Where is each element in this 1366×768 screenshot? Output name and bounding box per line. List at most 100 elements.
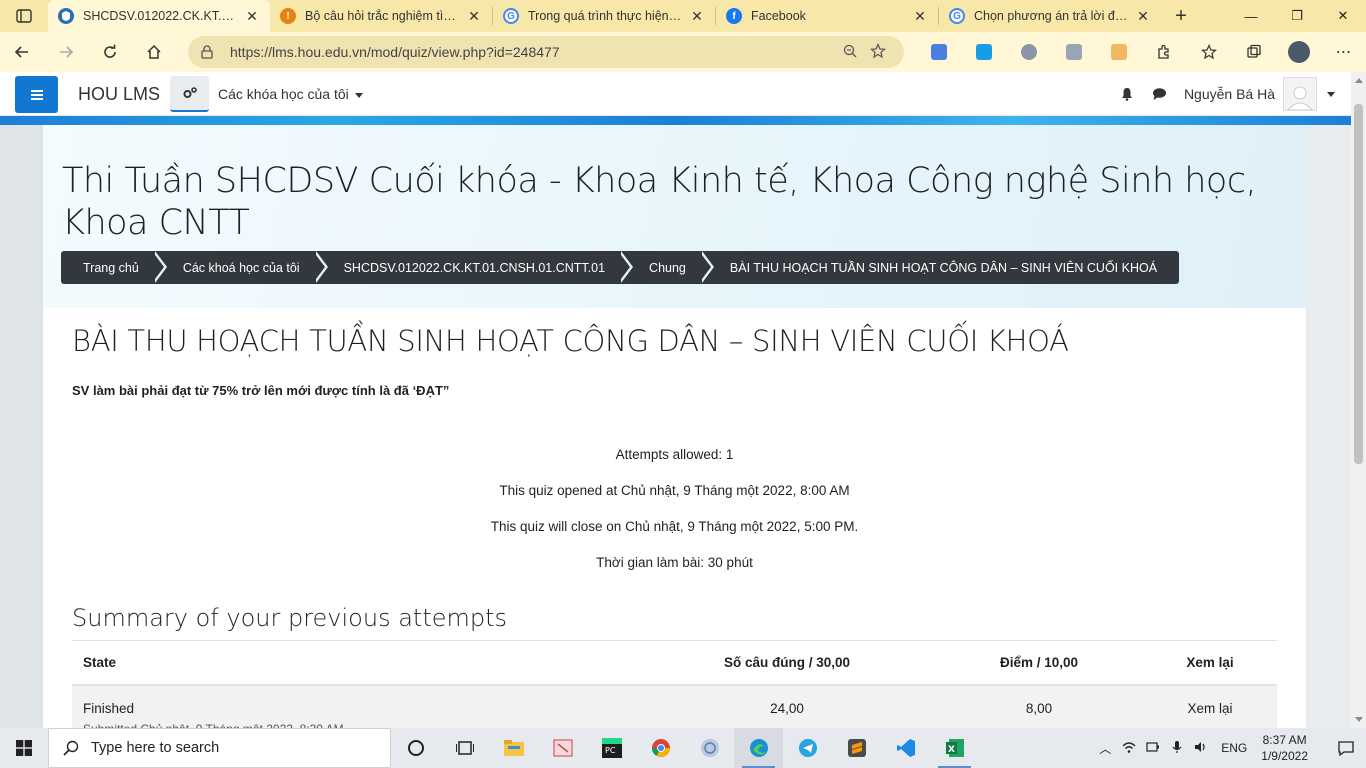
translate-extension-icon[interactable] [916, 32, 961, 72]
svg-text:X: X [948, 745, 955, 755]
tab-title: Trong quá trình thực hiện học [528, 9, 683, 23]
tab-title: Bộ câu hỏi trắc nghiệm tìm hiể [305, 9, 460, 23]
browser-tab-2[interactable]: G Trong quá trình thực hiện học ✕ [493, 0, 715, 32]
excel-icon[interactable]: X [930, 728, 979, 768]
more-menu-icon[interactable]: ⋯ [1321, 32, 1366, 72]
header-banner-strip [0, 116, 1351, 125]
url-text[interactable]: https://lms.hou.edu.vn/mod/quiz/view.php… [230, 44, 836, 60]
column-header-correct: Số câu đúng / 30,00 [723, 655, 851, 670]
cortana-icon[interactable] [391, 728, 440, 768]
messages-chat-icon[interactable] [1152, 87, 1166, 101]
browser-tab-3[interactable]: f Facebook ✕ [716, 0, 938, 32]
scroll-down-icon[interactable] [1355, 717, 1363, 722]
chrome-icon[interactable] [636, 728, 685, 768]
clock-date: 1/9/2022 [1261, 749, 1308, 763]
notifications-bell-icon[interactable] [1120, 87, 1134, 101]
droplet-extension-icon[interactable] [961, 32, 1006, 72]
close-tab-icon[interactable]: ✕ [1135, 8, 1151, 25]
home-button[interactable] [132, 32, 176, 72]
add-favorite-icon[interactable] [864, 42, 892, 62]
system-tray: ︿ ENG 8:37 AM 1/9/2022 [1093, 728, 1366, 768]
show-hidden-icons-chevron-icon[interactable]: ︿ [1093, 740, 1117, 757]
browser-tab-0[interactable]: SHCDSV.012022.CK.KT.01.CNSH ✕ [48, 0, 270, 32]
user-menu-caret-icon[interactable] [1327, 91, 1335, 97]
sublime-text-icon[interactable] [832, 728, 881, 768]
close-tab-icon[interactable]: ✕ [689, 8, 705, 25]
site-brand[interactable]: HOU LMS [78, 84, 160, 105]
minimize-icon[interactable]: — [1228, 0, 1274, 32]
review-attempt-link[interactable]: Xem lại [1175, 701, 1245, 716]
network-tool-icon[interactable] [685, 728, 734, 768]
breadcrumb-my-courses[interactable]: Các khoá học của tôi [161, 251, 322, 284]
start-button[interactable] [0, 728, 48, 768]
input-language[interactable]: ENG [1221, 741, 1247, 755]
my-courses-dropdown[interactable]: Các khóa học của tôi [218, 86, 363, 102]
google-favicon-icon: G [949, 8, 965, 24]
user-avatar[interactable] [1283, 77, 1317, 111]
url-bar[interactable]: https://lms.hou.edu.vn/mod/quiz/view.php… [188, 36, 904, 68]
brush-extension-icon[interactable] [1006, 32, 1051, 72]
wifi-icon[interactable] [1117, 741, 1141, 756]
edge-icon[interactable] [734, 728, 783, 768]
attempts-table: State Số câu đúng / 30,00 Điểm / 10,00 X… [72, 640, 1277, 736]
quiz-open-date: This quiz opened at Chủ nhật, 9 Tháng mộ… [499, 483, 850, 498]
scrollbar-thumb[interactable] [1354, 104, 1363, 464]
breadcrumb: Trang chủ Các khoá học của tôi SHCDSV.01… [61, 251, 1180, 284]
svg-text:PC: PC [605, 746, 616, 755]
close-tab-icon[interactable]: ✕ [912, 8, 928, 25]
task-view-icon[interactable] [440, 728, 489, 768]
profile-avatar[interactable] [1276, 32, 1321, 72]
attempt-grade: 8,00 [1025, 701, 1053, 716]
back-button[interactable] [0, 32, 44, 72]
collections-icon[interactable] [1231, 32, 1276, 72]
file-explorer-icon[interactable] [489, 728, 538, 768]
time-limit: Thời gian làm bài: 30 phút [596, 555, 753, 570]
caret-down-icon [354, 92, 363, 98]
notification-center-icon[interactable] [1326, 740, 1366, 756]
google-favicon-icon: G [503, 8, 519, 24]
taskbar-apps: PC X [391, 728, 979, 768]
breadcrumb-course[interactable]: SHCDSV.012022.CK.KT.01.CNSH.01.CNTT.01 [322, 251, 627, 284]
browser-tab-strip: SHCDSV.012022.CK.KT.01.CNSH ✕ ! Bộ câu h… [0, 0, 1366, 32]
favorites-icon[interactable] [1186, 32, 1231, 72]
taskbar-search-box[interactable]: Type here to search [48, 728, 391, 768]
browser-tab-4[interactable]: G Chọn phương án trả lời đúng ✕ [939, 0, 1161, 32]
system-clock[interactable]: 8:37 AM 1/9/2022 [1261, 732, 1308, 764]
breadcrumb-home[interactable]: Trang chủ [61, 251, 161, 284]
new-tab-button[interactable]: + [1161, 0, 1201, 32]
breadcrumb-section[interactable]: Chung [627, 251, 708, 284]
close-window-icon[interactable]: ✕ [1320, 0, 1366, 32]
tab-actions-icon[interactable] [0, 0, 48, 32]
scroll-up-icon[interactable] [1355, 78, 1363, 83]
hamburger-icon [30, 89, 43, 100]
microphone-icon[interactable] [1165, 740, 1189, 757]
close-tab-icon[interactable]: ✕ [244, 8, 260, 25]
restore-icon[interactable]: ❐ [1274, 0, 1320, 32]
battery-icon[interactable] [1141, 741, 1165, 756]
breadcrumb-quiz[interactable]: BÀI THU HOẠCH TUẦN SINH HOẠT CÔNG DÂN – … [708, 251, 1179, 284]
snipping-tool-icon[interactable] [538, 728, 587, 768]
lms-favicon-icon [58, 8, 74, 24]
attempt-correct-count: 24,00 [770, 701, 804, 716]
page-scrollbar[interactable] [1351, 72, 1366, 728]
close-tab-icon[interactable]: ✕ [466, 8, 482, 25]
search-icon [63, 740, 79, 756]
refresh-button[interactable] [88, 32, 132, 72]
chart-extension-icon[interactable] [1051, 32, 1096, 72]
volume-icon[interactable] [1189, 741, 1213, 756]
forward-button[interactable] [44, 32, 88, 72]
attempts-summary-heading: Summary of your previous attempts [72, 604, 508, 632]
vscode-icon[interactable] [881, 728, 930, 768]
browser-tab-1[interactable]: ! Bộ câu hỏi trắc nghiệm tìm hiể ✕ [270, 0, 492, 32]
drawer-toggle-button[interactable] [15, 76, 58, 113]
quiz-close-date: This quiz will close on Chủ nhật, 9 Thán… [490, 519, 859, 534]
pycharm-icon[interactable]: PC [587, 728, 636, 768]
courses-settings-button[interactable] [170, 76, 209, 112]
zoom-icon[interactable] [836, 44, 864, 61]
screenshot-extension-icon[interactable] [1096, 32, 1141, 72]
user-name[interactable]: Nguyễn Bá Hà [1184, 86, 1275, 102]
lock-icon[interactable] [200, 45, 214, 59]
extensions-puzzle-icon[interactable] [1141, 32, 1186, 72]
attempts-allowed: Attempts allowed: 1 [615, 447, 734, 462]
telegram-icon[interactable] [783, 728, 832, 768]
